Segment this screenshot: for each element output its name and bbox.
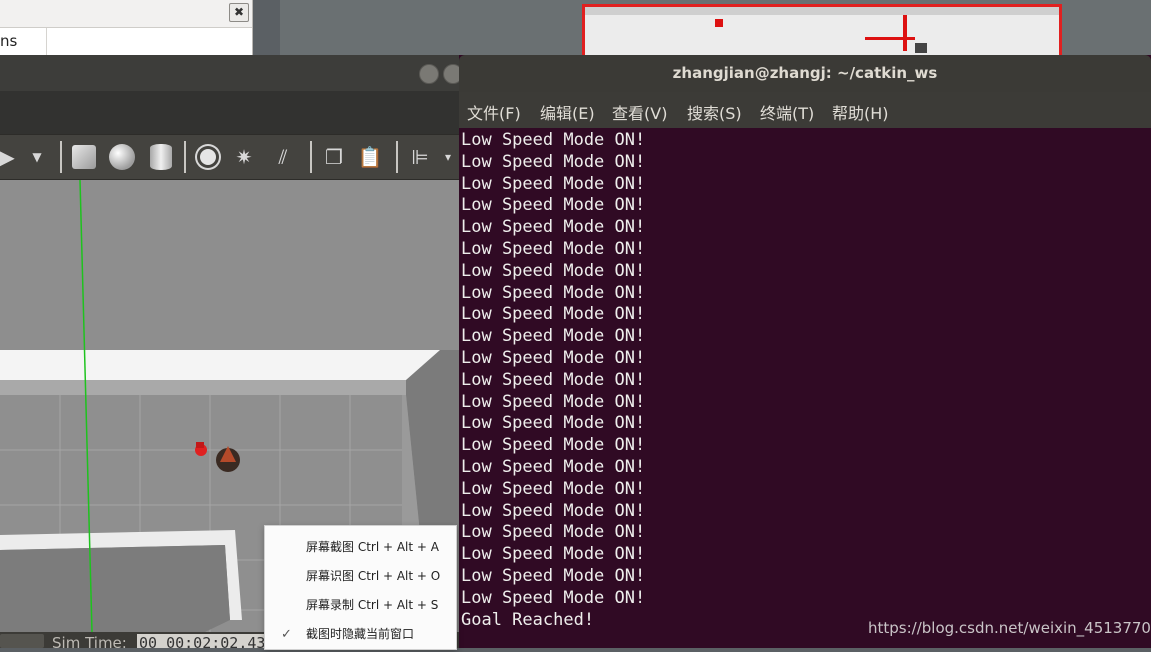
minimize-button[interactable] — [419, 64, 439, 84]
menu-item-screen-recognize[interactable]: 屏幕识图 Ctrl + Alt + O — [265, 562, 456, 591]
play-icon[interactable]: ▶ — [0, 143, 15, 171]
terminal-line: Low Speed Mode ON! — [461, 173, 646, 194]
menu-help[interactable]: 帮助(H) — [832, 100, 889, 124]
menu-terminal[interactable]: 终端(T) — [760, 100, 814, 124]
align-icon[interactable]: ⊫ — [406, 143, 434, 171]
map-marker — [915, 43, 927, 53]
gazebo-titlebar — [0, 55, 463, 91]
terminal-line: Low Speed Mode ON! — [461, 478, 646, 499]
chevron-down-icon[interactable]: ▾ — [442, 143, 454, 171]
cylinder-icon[interactable] — [147, 143, 175, 171]
pause-button[interactable] — [0, 634, 44, 648]
terminal-line: Low Speed Mode ON! — [461, 326, 646, 347]
menu-item-label: 屏幕识图 Ctrl + Alt + O — [306, 569, 441, 583]
menu-item-label: 屏幕录制 Ctrl + Alt + S — [306, 598, 439, 612]
terminal-line: Low Speed Mode ON! — [461, 347, 646, 368]
occupancy-map — [582, 4, 1062, 57]
menu-file[interactable]: 文件(F) — [467, 100, 521, 124]
cube-icon[interactable] — [70, 143, 98, 171]
sphere-icon[interactable] — [108, 143, 136, 171]
check-icon: ✓ — [281, 627, 292, 642]
terminal-menubar: 文件(F) 编辑(E) 查看(V) 搜索(S) 终端(T) 帮助(H) — [459, 92, 1151, 128]
terminal-line: Low Speed Mode ON! — [461, 456, 646, 477]
terminal-line: Low Speed Mode ON! — [461, 130, 646, 150]
paste-icon[interactable]: 📋 — [356, 143, 384, 171]
terminal-line: Low Speed Mode ON! — [461, 369, 646, 390]
terminal-line: Low Speed Mode ON! — [461, 587, 646, 608]
toolbar-separator — [396, 141, 398, 173]
terminal-title: zhangjian@zhangj: ~/catkin_ws — [672, 64, 938, 82]
list-view[interactable]: ns ▲ — [0, 27, 252, 84]
menu-item-label: 屏幕截图 Ctrl + Alt + A — [306, 540, 439, 554]
gazebo-menubar — [0, 91, 462, 134]
sim-time-value: 00 00:02:02.432 — [137, 634, 269, 648]
map-marker — [865, 37, 915, 40]
terminal-line: Low Speed Mode ON! — [461, 544, 646, 565]
column-divider — [46, 28, 47, 57]
terminal-line: Low Speed Mode ON! — [461, 195, 646, 216]
menu-item-label: 截图时隐藏当前窗口 — [306, 627, 415, 641]
copy-icon[interactable]: ❐ — [320, 143, 348, 171]
terminal-line: Low Speed Mode ON! — [461, 391, 646, 412]
terminal-line: Low Speed Mode ON! — [461, 238, 646, 259]
terminal-line: Low Speed Mode ON! — [461, 217, 646, 238]
menu-edit[interactable]: 编辑(E) — [540, 100, 595, 124]
toolbar-separator — [184, 141, 186, 173]
terminal-line: Low Speed Mode ON! — [461, 565, 646, 586]
menu-item-screenshot[interactable]: 屏幕截图 Ctrl + Alt + A — [265, 533, 456, 562]
terminal-titlebar[interactable]: zhangjian@zhangj: ~/catkin_ws — [459, 55, 1151, 92]
directional-light-icon[interactable]: ⫽ — [268, 143, 298, 171]
terminal-line: Low Speed Mode ON! — [461, 260, 646, 281]
terminal-line: Low Speed Mode ON! — [461, 500, 646, 521]
point-light-icon[interactable] — [194, 143, 222, 171]
terminal-output[interactable]: Low Speed Mode ON! Low Speed Mode ON! Low … — [461, 130, 1149, 631]
menu-item-screen-record[interactable]: 屏幕录制 Ctrl + Alt + S — [265, 591, 456, 620]
close-button[interactable]: ✖ — [229, 3, 249, 22]
terminal-window[interactable]: zhangjian@zhangj: ~/catkin_ws 文件(F) 编辑(E… — [459, 55, 1151, 648]
map-view — [280, 0, 1151, 57]
menu-item-hide-window[interactable]: ✓ 截图时隐藏当前窗口 — [265, 620, 456, 649]
map-marker — [715, 19, 723, 27]
menu-view[interactable]: 查看(V) — [612, 100, 667, 124]
map-marker — [903, 15, 907, 51]
terminal-line: Low Speed Mode ON! — [461, 151, 646, 172]
sim-time-label: Sim Time: — [52, 634, 127, 652]
chevron-down-icon[interactable]: ▼ — [30, 143, 44, 171]
toolbar-separator — [310, 141, 312, 173]
map-shade — [585, 7, 1059, 15]
background-window: ✖ ns ▲ — [0, 0, 253, 84]
terminal-line: Low Speed Mode ON! — [461, 304, 646, 325]
menu-search[interactable]: 搜索(S) — [687, 100, 742, 124]
toolbar-separator — [60, 141, 62, 173]
terminal-line: Low Speed Mode ON! — [461, 435, 646, 456]
gazebo-toolbar: ▶ ▼ ✷ ⫽ ❐ 📋 ⊫ ▾ — [0, 134, 462, 180]
watermark-url: https://blog.csdn.net/weixin_45137708 — [868, 619, 1151, 637]
context-menu[interactable]: 屏幕截图 Ctrl + Alt + A 屏幕识图 Ctrl + Alt + O … — [264, 525, 457, 650]
terminal-line: Low Speed Mode ON! — [461, 282, 646, 303]
terminal-line: Low Speed Mode ON! — [461, 522, 646, 543]
list-cell[interactable]: ns — [0, 28, 46, 55]
spot-light-icon[interactable]: ✷ — [230, 143, 258, 171]
terminal-line: Low Speed Mode ON! — [461, 413, 646, 434]
